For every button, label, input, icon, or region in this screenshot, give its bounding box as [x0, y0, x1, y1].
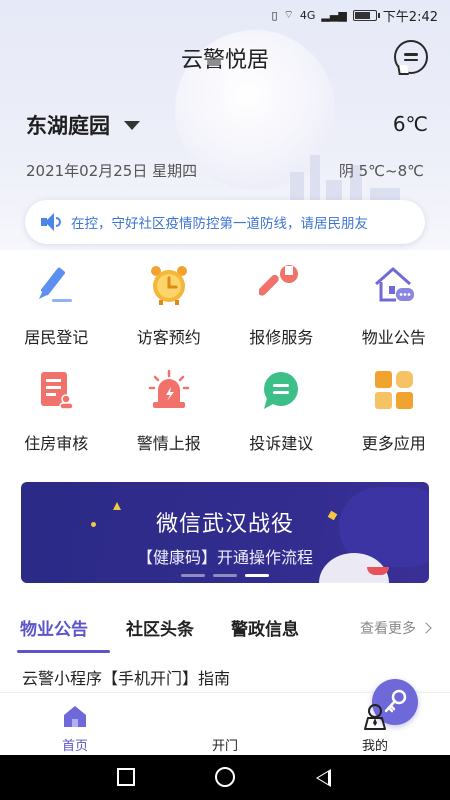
- recent-apps-icon[interactable]: [117, 768, 135, 786]
- grid-item-visitor-booking[interactable]: 访客预约: [113, 258, 226, 364]
- date-text: 2021年02月25日 星期四: [26, 162, 198, 180]
- grid-item-housing-review[interactable]: 住房审核: [0, 364, 113, 470]
- page-title: 云警悦居: [180, 48, 269, 73]
- alarm-clock-icon: [150, 266, 187, 305]
- temperature: 6℃: [392, 112, 428, 136]
- home-icon: [64, 706, 86, 727]
- carousel-dot-active[interactable]: [245, 574, 269, 577]
- notice-text: 在控，守好社区疫情防控第一道防线，请居民朋友: [71, 216, 368, 232]
- grid-item-resident-register[interactable]: 居民登记: [0, 258, 113, 364]
- weather-text: 阴 5℃~8℃: [338, 162, 424, 180]
- carousel-indicator: [181, 574, 269, 577]
- see-more-link[interactable]: 查看更多: [360, 618, 432, 638]
- vibrate-icon: ▯: [271, 8, 278, 22]
- grid-item-more-apps[interactable]: 更多应用: [338, 364, 450, 470]
- function-grid: 居民登记 访客预约 报修服务 物业公告 住房审核 警情上报 投诉建议 更多应用: [0, 258, 450, 470]
- grid-item-alarm-report[interactable]: 警情上报: [113, 364, 226, 470]
- grid-item-label: 投诉建议: [249, 434, 314, 453]
- status-bar: ▯ ⌔ 4G ▂▄▆ 下午2:42: [0, 0, 450, 30]
- grid-item-label: 物业公告: [361, 328, 426, 347]
- pen-icon: [39, 267, 73, 302]
- news-tabs: 物业公告 社区头条 警政信息 查看更多: [0, 605, 450, 653]
- person-icon: [364, 704, 386, 730]
- document-icon: [41, 372, 74, 410]
- nav-profile[interactable]: 我的: [320, 693, 430, 756]
- tab-community-headlines[interactable]: 社区头条: [126, 615, 194, 640]
- grid-item-label: 居民登记: [24, 328, 89, 347]
- notice-bar[interactable]: 在控，守好社区疫情防控第一道防线，请居民朋友: [25, 200, 425, 244]
- nav-label: 开门: [211, 739, 238, 754]
- battery-icon: [352, 9, 380, 21]
- community-selector[interactable]: 东湖庭园: [26, 110, 140, 140]
- siren-icon: [148, 369, 189, 408]
- signal-icon: ▂▄▆: [321, 8, 347, 22]
- status-time: 下午2:42: [382, 9, 438, 25]
- grid-item-complaint-suggestion[interactable]: 投诉建议: [225, 364, 338, 470]
- grid-item-label: 更多应用: [361, 434, 426, 453]
- message-icon[interactable]: [394, 40, 428, 74]
- banner-subtitle: 【健康码】开通操作流程: [136, 548, 313, 567]
- apps-grid-icon: [374, 371, 413, 409]
- home-circle-icon[interactable]: [215, 767, 235, 787]
- bottom-nav: 首页 开门 我的: [0, 679, 450, 756]
- network-type: 4G: [299, 8, 316, 22]
- tab-property-notice[interactable]: 物业公告: [20, 615, 88, 640]
- speaker-icon: [41, 212, 61, 232]
- grid-item-label: 警情上报: [136, 434, 201, 453]
- wifi-icon: ⌔: [283, 8, 294, 21]
- promo-banner[interactable]: 微信武汉战役 【健康码】开通操作流程: [21, 482, 429, 583]
- nav-label: 我的: [361, 739, 388, 754]
- grid-item-property-notice[interactable]: 物业公告: [338, 258, 450, 364]
- see-more-label: 查看更多: [360, 621, 416, 637]
- back-icon[interactable]: [316, 769, 331, 787]
- banner-title: 微信武汉战役: [155, 512, 294, 537]
- carousel-dot[interactable]: [181, 574, 205, 577]
- carousel-dot[interactable]: [213, 574, 237, 577]
- caret-down-icon: [124, 120, 140, 130]
- system-navigation-bar: [0, 755, 450, 800]
- grid-item-label: 住房审核: [24, 434, 89, 453]
- community-name: 东湖庭园: [26, 114, 110, 138]
- tab-underline: [17, 650, 110, 653]
- list-item[interactable]: 云警小程序【手机开门】指南: [22, 665, 230, 689]
- grid-item-label: 访客预约: [136, 328, 201, 347]
- chat-bubble-icon: [264, 372, 299, 409]
- tab-police-info[interactable]: 警政信息: [231, 615, 299, 640]
- nav-open-door[interactable]: 开门: [170, 679, 418, 756]
- nav-home[interactable]: 首页: [20, 693, 130, 756]
- grid-item-label: 报修服务: [249, 328, 314, 347]
- house-message-icon: [374, 267, 414, 302]
- nav-label: 首页: [61, 739, 88, 754]
- chevron-right-icon: [420, 622, 432, 634]
- wrench-icon: [259, 265, 299, 298]
- grid-item-repair-service[interactable]: 报修服务: [225, 258, 338, 364]
